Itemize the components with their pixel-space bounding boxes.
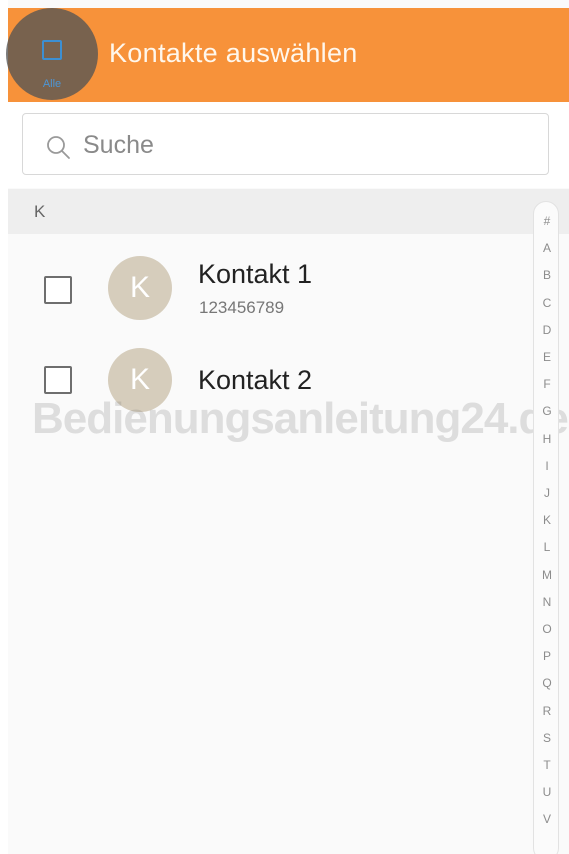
index-letter[interactable]: O [534, 622, 560, 636]
contact-number: 123456789 [199, 298, 285, 317]
section-header: K [8, 189, 569, 234]
select-all-checkbox[interactable] [42, 40, 62, 60]
index-letter[interactable]: I [534, 459, 560, 473]
search-placeholder: Suche [83, 131, 154, 159]
search-area: Suche [8, 102, 569, 188]
index-letter[interactable]: C [534, 296, 560, 310]
index-letter[interactable]: V [534, 812, 560, 826]
select-all-label: Alle [42, 78, 62, 90]
index-letter[interactable]: # [534, 214, 560, 228]
index-letter[interactable]: N [534, 595, 560, 609]
index-letter[interactable]: U [534, 785, 560, 799]
contact-picker-screen: Kontakte auswählen Alle Suche K K Kontak… [0, 0, 569, 854]
page-title: Kontakte auswählen [109, 38, 358, 68]
section-letter: K [34, 202, 46, 221]
index-letter[interactable]: E [534, 350, 560, 364]
watermark: Bedienungsanleitung24.de [32, 394, 569, 443]
index-letter[interactable]: D [534, 323, 560, 337]
index-letter[interactable]: T [534, 758, 560, 772]
index-letter[interactable]: B [534, 268, 560, 282]
index-letter[interactable]: H [534, 432, 560, 446]
index-letter[interactable]: K [534, 513, 560, 527]
index-letter[interactable]: S [534, 731, 560, 745]
search-icon [47, 136, 70, 159]
index-letter[interactable]: J [534, 486, 560, 500]
contact-checkbox[interactable] [44, 276, 72, 304]
index-letter[interactable]: P [534, 649, 560, 663]
index-letter[interactable]: G [534, 404, 560, 418]
contact-row[interactable]: K Kontakt 1 123456789 [8, 238, 528, 338]
index-letter[interactable]: R [534, 704, 560, 718]
index-letter[interactable]: F [534, 377, 560, 391]
index-letter[interactable]: A [534, 241, 560, 255]
select-all-button[interactable]: Alle [6, 8, 98, 100]
search-input[interactable]: Suche [22, 113, 549, 175]
index-letter[interactable]: Q [534, 676, 560, 690]
avatar: K [108, 256, 172, 320]
contact-name: Kontakt 2 [198, 365, 313, 395]
screen-edge [0, 0, 8, 854]
alphabet-index-scroller[interactable]: # A B C D E F G H I J K L M N O P Q R S T U V [533, 201, 559, 854]
index-letter[interactable]: L [534, 540, 560, 554]
index-letter[interactable]: M [534, 568, 560, 582]
contact-name: Kontakt 1 [198, 259, 313, 289]
contact-checkbox[interactable] [44, 366, 72, 394]
